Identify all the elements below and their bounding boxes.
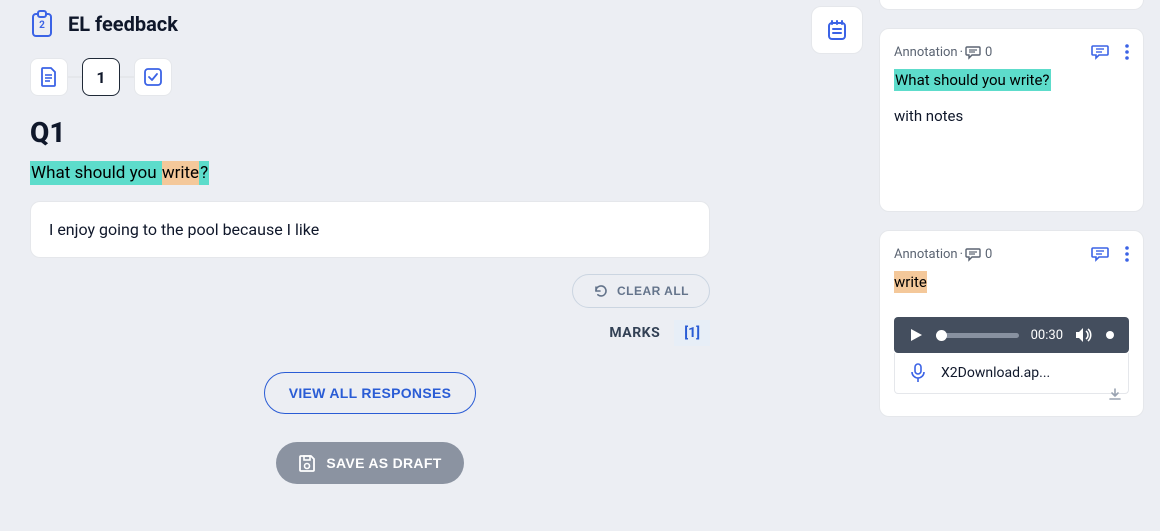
annotation-highlight: What should you write? bbox=[894, 69, 1051, 91]
step-connector bbox=[68, 76, 82, 78]
comment-icon bbox=[965, 246, 981, 262]
audio-file-row: X2Download.ap... bbox=[894, 353, 1129, 394]
marks-value[interactable]: [1] bbox=[674, 320, 710, 346]
step-number[interactable]: 1 bbox=[82, 58, 120, 96]
annotation-count-value: 0 bbox=[985, 247, 992, 262]
annotation-header-left: Annotation · 0 bbox=[894, 246, 992, 262]
marks-label: MARKS bbox=[609, 325, 660, 341]
annotation-header: Annotation · 0 bbox=[894, 43, 1129, 61]
annotation-comment-count: 0 bbox=[965, 44, 992, 60]
marks-row: MARKS [1] bbox=[30, 320, 710, 346]
annotation-header-left: Annotation · 0 bbox=[894, 44, 992, 60]
answer-text: I enjoy going to the pool because I like bbox=[49, 220, 319, 239]
annotation-dot: · bbox=[960, 247, 963, 262]
answer-box[interactable]: I enjoy going to the pool because I like bbox=[30, 201, 710, 258]
notepad-icon bbox=[825, 18, 849, 42]
header-row: 2 EL feedback bbox=[30, 10, 833, 38]
step-doc[interactable] bbox=[30, 58, 68, 96]
question-highlight-teal-pre: What should you bbox=[30, 161, 162, 185]
steps-row: 1 bbox=[30, 58, 833, 96]
side-card-stub bbox=[879, 0, 1144, 10]
save-as-draft-label: SAVE AS DRAFT bbox=[326, 455, 441, 471]
annotation-header-right bbox=[1091, 43, 1129, 61]
download-icon[interactable] bbox=[1108, 387, 1122, 401]
step-number-label: 1 bbox=[96, 68, 105, 87]
annotation-highlight: write bbox=[894, 271, 927, 293]
annotation-comment-count: 0 bbox=[965, 246, 992, 262]
undo-icon bbox=[593, 283, 609, 299]
check-box-icon bbox=[143, 67, 163, 87]
save-as-draft-button[interactable]: SAVE AS DRAFT bbox=[276, 442, 463, 484]
clear-all-button[interactable]: CLEAR ALL bbox=[572, 274, 710, 308]
annotation-dot: · bbox=[960, 45, 963, 60]
annotation-type-label: Annotation bbox=[894, 247, 958, 262]
clear-all-label: CLEAR ALL bbox=[617, 284, 689, 298]
main-panel: 2 EL feedback bbox=[0, 0, 863, 531]
volume-button[interactable] bbox=[1075, 327, 1093, 343]
view-all-responses-button[interactable]: VIEW ALL RESPONSES bbox=[264, 372, 477, 414]
annotation-menu-button[interactable] bbox=[1125, 245, 1129, 263]
annotation-comment-button[interactable] bbox=[1091, 245, 1109, 263]
document-icon bbox=[40, 67, 58, 87]
clipboard-icon: 2 bbox=[30, 10, 54, 38]
clear-row: CLEAR ALL bbox=[30, 274, 710, 308]
audio-seek-track[interactable] bbox=[936, 333, 1019, 338]
notes-button[interactable] bbox=[811, 6, 863, 54]
audio-seek-thumb[interactable] bbox=[936, 330, 947, 341]
audio-time: 00:30 bbox=[1031, 328, 1063, 343]
annotation-menu-button[interactable] bbox=[1125, 43, 1129, 61]
annotation-card: Annotation · 0 bbox=[879, 28, 1144, 212]
annotation-body: with notes bbox=[894, 107, 1129, 197]
annotation-type-label: Annotation bbox=[894, 45, 958, 60]
audio-player: 00:30 bbox=[894, 317, 1129, 353]
annotation-header: Annotation · 0 bbox=[894, 245, 1129, 263]
annotation-comment-button[interactable] bbox=[1091, 43, 1109, 61]
step-check[interactable] bbox=[134, 58, 172, 96]
audio-filename: X2Download.ap... bbox=[941, 365, 1050, 381]
annotation-count-value: 0 bbox=[985, 45, 992, 60]
audio-status-dot bbox=[1105, 330, 1115, 340]
step-connector bbox=[120, 76, 134, 78]
play-button[interactable] bbox=[908, 327, 924, 343]
question-label: Q1 bbox=[30, 116, 833, 149]
comment-icon bbox=[965, 44, 981, 60]
microphone-icon bbox=[909, 363, 927, 383]
question-text: What should you write? bbox=[30, 163, 209, 183]
page-title: EL feedback bbox=[68, 12, 178, 36]
annotation-card: Annotation · 0 bbox=[879, 230, 1144, 417]
annotation-header-right bbox=[1091, 245, 1129, 263]
question-highlight-teal-post: ? bbox=[199, 161, 209, 185]
question-highlight-orange: write bbox=[162, 161, 199, 185]
action-column: VIEW ALL RESPONSES SAVE AS DRAFT bbox=[30, 372, 710, 484]
svg-text:2: 2 bbox=[39, 20, 45, 31]
save-icon bbox=[298, 454, 316, 472]
side-panel: Annotation · 0 bbox=[863, 0, 1160, 531]
